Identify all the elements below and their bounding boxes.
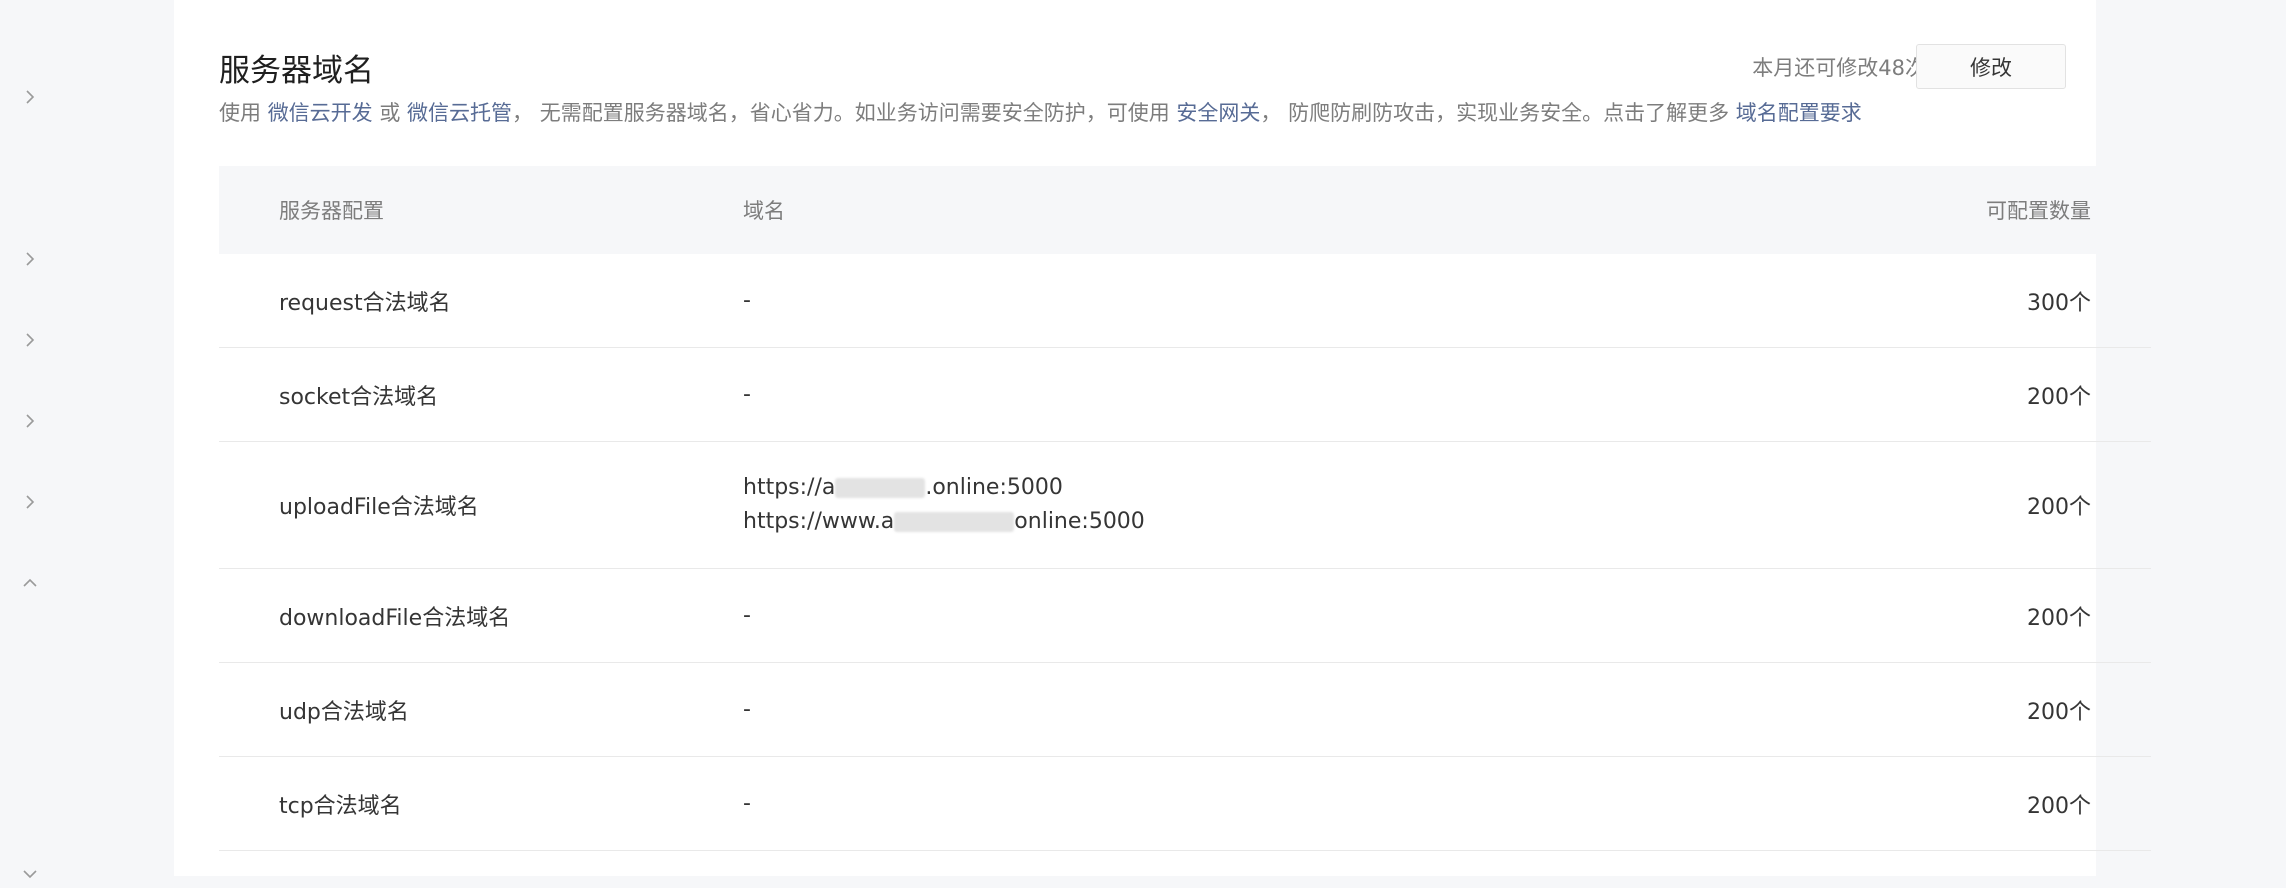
chevron-right-icon[interactable] [16,83,44,111]
redacted-block [894,512,1015,532]
domain-entry: https://www.a online:5000 [743,509,1145,534]
row-domain: - [743,603,751,628]
table-row: tcp合法域名 - 200个 [219,757,2151,851]
link-domain-requirements[interactable]: 域名配置要求 [1736,101,1862,125]
table-row: uploadFile合法域名 https://a .online:5000 htt… [219,442,2151,569]
redacted-block [835,478,926,498]
table-row: socket合法域名 - 200个 [219,348,2151,442]
table-header: 服务器配置 域名 可配置数量 [219,166,2151,254]
header-server-config: 服务器配置 [279,199,384,223]
row-domain: - [743,382,751,407]
row-name: downloadFile合法域名 [279,605,511,631]
row-count: 200个 [2027,699,2091,725]
modify-quota-text: 本月还可修改48次 [1752,56,1926,80]
table-row: downloadFile合法域名 - 200个 [219,569,2151,663]
section-title: 服务器域名 [219,53,374,89]
edit-button[interactable]: 修改 [1916,44,2066,89]
row-count: 200个 [2027,793,2091,819]
link-security-gateway[interactable]: 安全网关 [1176,101,1260,125]
table-row: request合法域名 - 300个 [219,254,2151,348]
chevron-right-icon[interactable] [16,407,44,435]
sidebar [0,0,173,879]
row-domain: - [743,288,751,313]
row-count: 200个 [2027,495,2091,520]
header-domain: 域名 [743,199,785,223]
row-name: socket合法域名 [279,384,439,410]
link-cloud-dev[interactable]: 微信云开发 [268,101,373,125]
row-count: 200个 [2027,605,2091,631]
row-name: udp合法域名 [279,699,409,725]
row-name: uploadFile合法域名 [279,495,479,520]
chevron-down-icon[interactable] [16,860,44,888]
link-cloud-hosting[interactable]: 微信云托管 [407,101,512,125]
chevron-right-icon[interactable] [16,488,44,516]
chevron-right-icon[interactable] [16,245,44,273]
section-description: 使用 微信云开发 或 微信云托管， 无需配置服务器域名，省心省力。如业务访问需要… [219,101,1862,125]
domain-entry: https://a .online:5000 [743,475,1063,500]
row-name: request合法域名 [279,290,451,316]
table-row: udp合法域名 - 200个 [219,663,2151,757]
row-count: 200个 [2027,384,2091,410]
row-domain: - [743,791,751,816]
header-count: 可配置数量 [1986,199,2091,223]
row-count: 300个 [2027,290,2091,316]
server-domain-card: 服务器域名 使用 微信云开发 或 微信云托管， 无需配置服务器域名，省心省力。如… [174,0,2151,876]
row-domain: - [743,697,751,722]
row-domain-list: https://a .online:5000 https://www.a onlin… [743,471,1851,539]
chevron-up-icon[interactable] [16,569,44,597]
chevron-right-icon[interactable] [16,326,44,354]
domain-table: 服务器配置 域名 可配置数量 request合法域名 - 300个 socket… [219,166,2151,851]
row-name: tcp合法域名 [279,793,402,819]
